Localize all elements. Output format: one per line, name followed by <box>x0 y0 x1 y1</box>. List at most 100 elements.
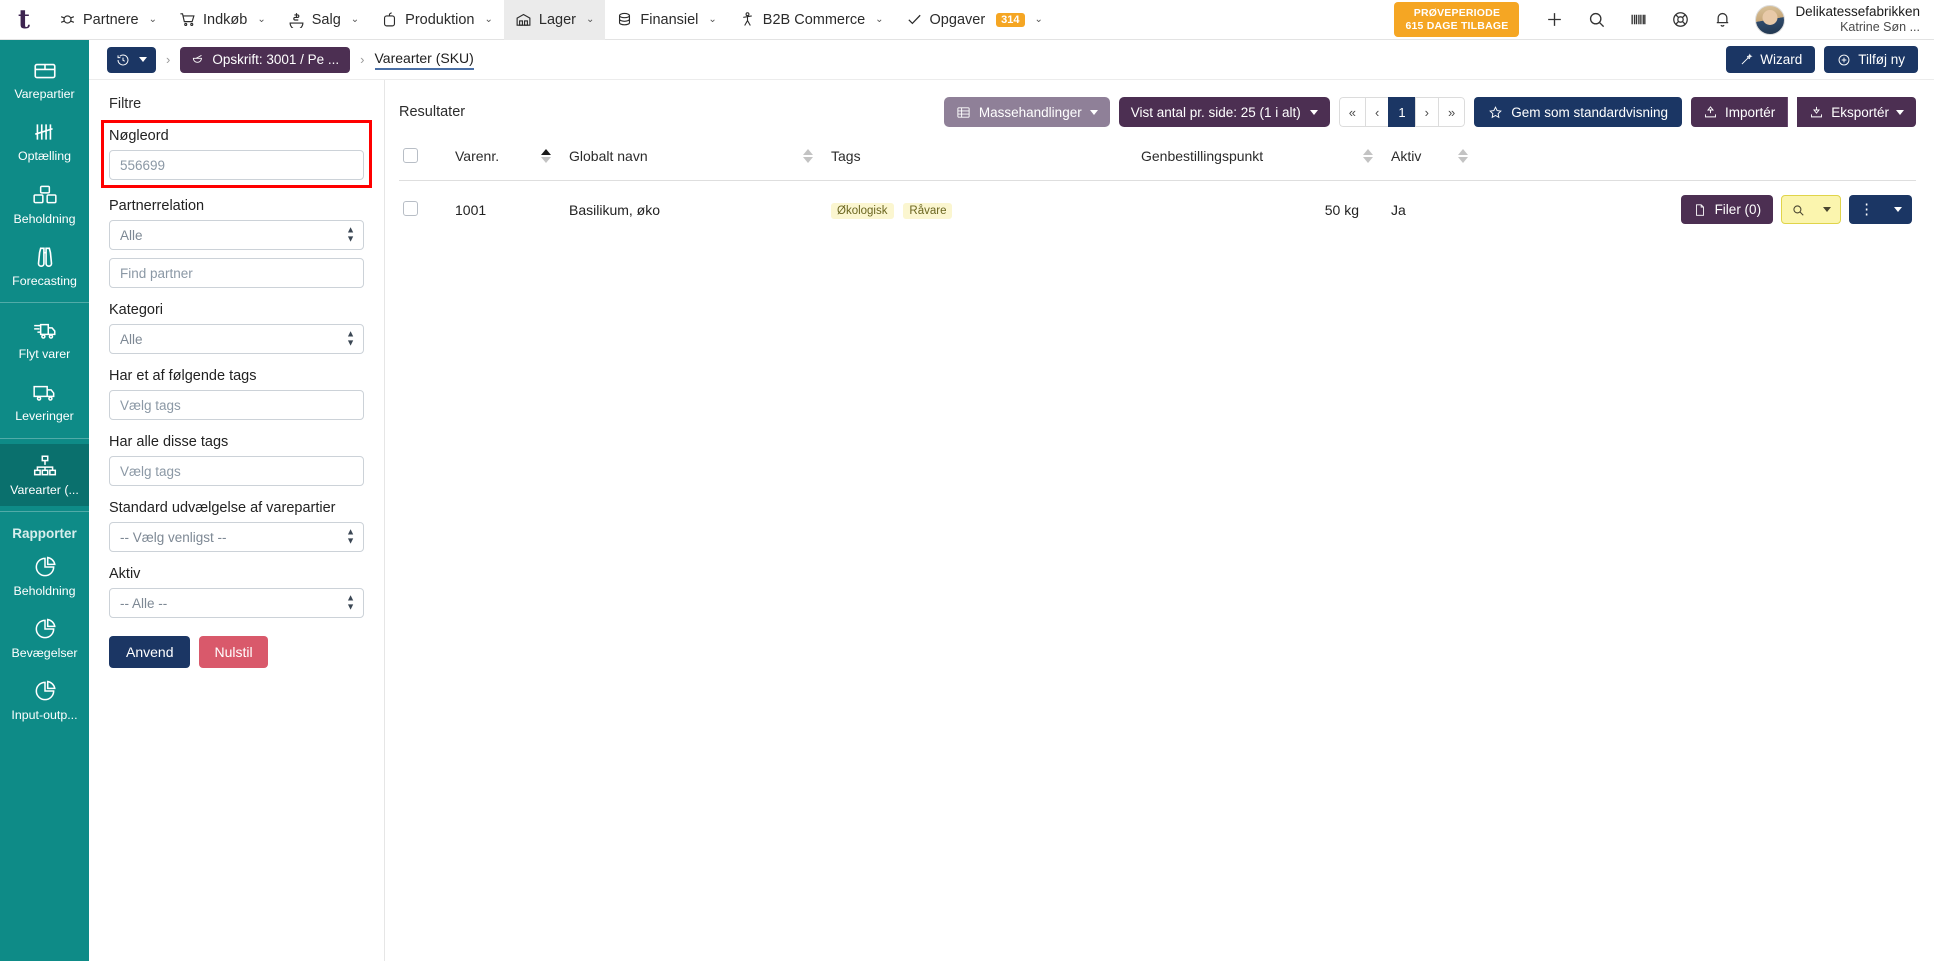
row-more-menu-button[interactable]: ⋮ <box>1849 195 1912 224</box>
cell-tags: Økologisk Råvare <box>827 181 1137 239</box>
save-default-view-button[interactable]: Gem som standardvisning <box>1474 97 1682 127</box>
partner-relation-select[interactable]: Alle <box>109 220 364 250</box>
export-button[interactable]: Eksportér <box>1797 97 1916 127</box>
chevron-down-icon[interactable]: ⌄ <box>257 14 265 25</box>
sidebar-item-rapport-bevaegelser[interactable]: Bevægelser <box>0 607 89 669</box>
content-area: › Opskrift: 3001 / Pe ... › Varearter (S… <box>89 40 1934 961</box>
apply-button[interactable]: Anvend <box>109 636 190 668</box>
breadcrumb-current[interactable]: Varearter (SKU) <box>375 50 474 70</box>
files-button[interactable]: Filer (0) <box>1681 195 1774 224</box>
sidebar-item-varepartier[interactable]: Varepartier <box>0 48 89 110</box>
history-button[interactable] <box>107 47 156 73</box>
nav-item-produktion[interactable]: Produktion ⌄ <box>370 0 504 40</box>
cell-actions: Filer (0) ⋮ <box>1482 181 1916 239</box>
plus-icon[interactable] <box>1533 0 1575 40</box>
chevron-down-icon[interactable]: ⌄ <box>875 14 883 25</box>
filter-any-tags-label: Har et af følgende tags <box>109 368 364 384</box>
nav-item-lager[interactable]: Lager ⌄ <box>504 0 605 40</box>
page-first[interactable]: « <box>1339 97 1365 127</box>
bulk-actions-label: Massehandlinger <box>979 105 1082 120</box>
sidebar-item-flyt-varer[interactable]: Flyt varer <box>0 308 89 370</box>
trial-badge[interactable]: PRØVEPERIODE 615 DAGE TILBAGE <box>1394 2 1519 38</box>
sidebar-item-varearter[interactable]: Varearter (... <box>0 444 89 506</box>
chevron-down-icon[interactable]: ⌄ <box>586 14 594 25</box>
sidebar-item-beholdning[interactable]: Beholdning <box>0 173 89 235</box>
sidebar-item-leveringer[interactable]: Leveringer <box>0 370 89 432</box>
chevron-down-icon[interactable] <box>1814 207 1840 212</box>
table-icon <box>956 105 971 120</box>
per-page-button[interactable]: Vist antal pr. side: 25 (1 i alt) <box>1119 97 1330 127</box>
sale-icon <box>288 11 305 28</box>
any-tags-input[interactable] <box>109 390 364 420</box>
bulk-actions-button[interactable]: Massehandlinger <box>944 97 1110 127</box>
row-checkbox[interactable] <box>403 201 418 216</box>
sort-toggle-varenr[interactable] <box>541 149 561 163</box>
chevron-down-icon[interactable]: ⌄ <box>1035 14 1043 25</box>
nav-item-b2b-commerce[interactable]: B2B Commerce ⌄ <box>728 0 895 40</box>
category-select[interactable]: Alle <box>109 324 364 354</box>
search-icon[interactable] <box>1575 0 1617 40</box>
import-button[interactable]: Importér <box>1691 97 1788 127</box>
page-prev[interactable]: ‹ <box>1365 97 1388 127</box>
filter-active-label: Aktiv <box>109 566 364 582</box>
nav-item-indkob[interactable]: Indkøb ⌄ <box>168 0 277 40</box>
nav-label: Partnere <box>83 12 139 28</box>
sidebar-item-rapport-beholdning[interactable]: Beholdning <box>0 545 89 607</box>
page-last[interactable]: » <box>1438 97 1465 127</box>
th-genbestillingspunkt: Genbestillingspunkt <box>1137 140 1387 181</box>
chevron-down-icon[interactable] <box>1310 110 1318 115</box>
sort-toggle-aktiv[interactable] <box>1458 149 1478 163</box>
sidebar-item-rapport-input-output[interactable]: Input-outp... <box>0 669 89 731</box>
breadcrumb-separator: › <box>360 52 364 67</box>
search-input[interactable] <box>109 150 364 180</box>
chevron-down-icon[interactable] <box>1884 207 1912 212</box>
body-row: Filtre Nøgleord Partnerrelation Alle ▲▼ … <box>89 80 1934 961</box>
table-row[interactable]: 1001 Basilikum, øko Økologisk Råvare 50 … <box>399 181 1916 239</box>
piechart-icon <box>32 554 58 580</box>
save-default-view-label: Gem som standardvisning <box>1511 105 1668 120</box>
chevron-down-icon[interactable]: ⌄ <box>149 14 157 25</box>
th-varenr: Varenr. <box>451 140 565 181</box>
breadcrumb-item-opskrift[interactable]: Opskrift: 3001 / Pe ... <box>180 47 350 73</box>
plus-circle-icon <box>1837 53 1851 67</box>
search-icon[interactable] <box>1782 203 1814 217</box>
nav-item-finansiel[interactable]: Finansiel ⌄ <box>605 0 727 40</box>
user-menu[interactable]: Delikatessefabrikken Katrine Søn ... <box>1755 4 1920 35</box>
sitemap-icon <box>32 453 58 479</box>
all-tags-input[interactable] <box>109 456 364 486</box>
chevron-down-icon[interactable]: ⌄ <box>708 14 716 25</box>
find-partner-input[interactable] <box>109 258 364 288</box>
default-batch-select[interactable]: -- Vælg venligst -- <box>109 522 364 552</box>
wizard-button[interactable]: Wizard <box>1726 46 1815 73</box>
nav-item-opgaver[interactable]: Opgaver 314 ⌄ <box>895 0 1054 40</box>
nav-item-partnere[interactable]: Partnere ⌄ <box>48 0 168 40</box>
app-logo[interactable]: t <box>0 0 48 40</box>
page-current[interactable]: 1 <box>1388 97 1414 127</box>
coins-icon <box>616 11 633 28</box>
select-all-checkbox[interactable] <box>403 148 418 163</box>
reset-button[interactable]: Nulstil <box>199 636 267 668</box>
chevron-down-icon[interactable] <box>1896 110 1904 115</box>
chevron-down-icon[interactable]: ⌄ <box>351 14 359 25</box>
barcode-icon[interactable] <box>1617 0 1659 40</box>
sidebar-item-forecasting[interactable]: Forecasting <box>0 235 89 297</box>
chevron-down-icon[interactable]: ⌄ <box>485 14 493 25</box>
table-body: 1001 Basilikum, øko Økologisk Råvare 50 … <box>399 181 1916 239</box>
nav-label: Salg <box>312 12 341 28</box>
import-icon <box>1703 105 1718 120</box>
sidebar-heading-rapporter: Rapporter <box>0 517 89 545</box>
chevron-down-icon[interactable] <box>1090 110 1098 115</box>
page-next[interactable]: › <box>1415 97 1438 127</box>
chevron-down-icon[interactable] <box>139 57 147 62</box>
lifebuoy-icon[interactable] <box>1659 0 1701 40</box>
kebab-icon[interactable]: ⋮ <box>1849 202 1884 217</box>
filter-panel: Filtre Nøgleord Partnerrelation Alle ▲▼ … <box>89 80 385 961</box>
sidebar-item-optaelling[interactable]: Optælling <box>0 110 89 172</box>
sort-toggle-globalt-navn[interactable] <box>803 149 823 163</box>
nav-item-salg[interactable]: Salg ⌄ <box>277 0 370 40</box>
bell-icon[interactable] <box>1701 0 1743 40</box>
row-search-split-button[interactable] <box>1781 195 1841 224</box>
add-new-button[interactable]: Tilføj ny <box>1824 46 1918 73</box>
active-select[interactable]: -- Alle -- <box>109 588 364 618</box>
sort-toggle-genbestillingspunkt[interactable] <box>1363 149 1383 163</box>
